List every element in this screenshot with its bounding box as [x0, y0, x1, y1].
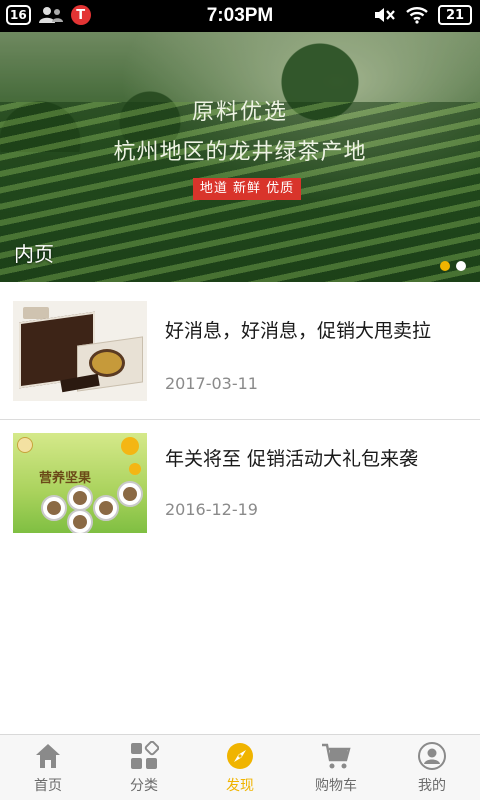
compass-icon	[227, 743, 253, 769]
tab-discover[interactable]: 发现	[192, 735, 288, 800]
nut-bowl	[67, 485, 93, 511]
carousel-indicator[interactable]	[440, 261, 466, 271]
tab-label: 购物车	[315, 778, 357, 794]
nut-bowl	[41, 495, 67, 521]
nut-bowl	[67, 509, 93, 533]
tab-label: 分类	[130, 778, 158, 794]
carousel-dot-1[interactable]	[440, 261, 450, 271]
status-bar: 16 T 7:03PM 21	[0, 0, 480, 32]
brand-logo-icon	[23, 307, 49, 319]
bottom-tab-bar: 首页 分类 发现 购物车 我的	[0, 734, 480, 800]
banner-subheadline: 杭州地区的龙井绿茶产地	[113, 140, 367, 165]
banner-headline: 原料优选	[191, 100, 288, 125]
banner-caption: 内页	[14, 242, 54, 266]
tab-profile[interactable]: 我的	[384, 735, 480, 800]
carousel-dot-2[interactable]	[456, 261, 466, 271]
news-title: 好消息，好消息，促销大甩卖拉	[165, 320, 432, 342]
news-date: 2016-12-19	[165, 500, 258, 519]
news-list: 好消息，好消息，促销大甩卖拉 2017-03-11 营养坚果 年关将至 促销活动…	[0, 282, 480, 558]
tab-label: 发现	[226, 778, 254, 794]
badge-icon	[17, 437, 33, 453]
tab-cart[interactable]: 购物车	[288, 735, 384, 800]
banner-tag: 地道 新鲜 优质	[193, 178, 301, 200]
user-icon	[418, 742, 446, 770]
flower-icon	[121, 437, 139, 455]
tab-label: 我的	[418, 778, 446, 794]
tab-home[interactable]: 首页	[0, 735, 96, 800]
nut-bowl	[117, 481, 143, 507]
tab-label: 首页	[34, 778, 62, 794]
promo-banner[interactable]: 原料优选 杭州地区的龙井绿茶产地 地道 新鲜 优质 内页	[0, 32, 480, 282]
nut-bowl	[93, 495, 119, 521]
news-item[interactable]: 营养坚果 年关将至 促销活动大礼包来袭 2016-12-19	[0, 420, 480, 558]
news-title: 年关将至 促销活动大礼包来袭	[165, 448, 419, 470]
news-date: 2017-03-11	[165, 374, 258, 393]
news-thumbnail-nuts: 营养坚果	[13, 433, 147, 533]
flower-icon	[129, 463, 141, 475]
news-item[interactable]: 好消息，好消息，促销大甩卖拉 2017-03-11	[0, 282, 480, 420]
cart-icon	[322, 743, 351, 769]
thumbnail-text: 营养坚果	[39, 471, 92, 486]
tart	[89, 349, 125, 377]
news-thumbnail-chocolate	[13, 301, 147, 401]
mute-icon	[375, 8, 395, 22]
tab-category[interactable]: 分类	[96, 735, 192, 800]
category-icon	[131, 741, 159, 769]
status-right: 21	[374, 5, 472, 25]
wifi-icon	[406, 7, 428, 24]
battery-indicator: 21	[438, 5, 472, 25]
home-icon	[36, 744, 60, 768]
